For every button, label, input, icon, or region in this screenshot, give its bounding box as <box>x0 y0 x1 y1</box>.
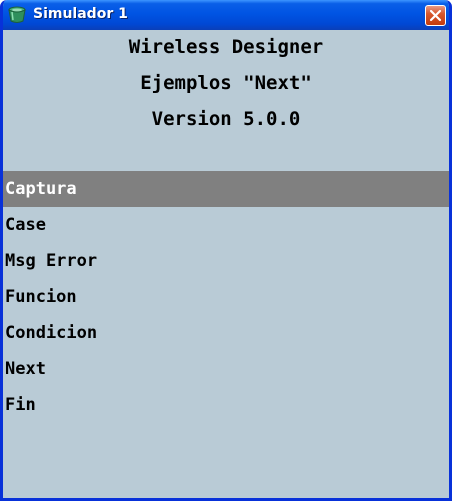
title-bar[interactable]: Simulador 1 <box>3 0 449 30</box>
menu-item-captura[interactable]: Captura <box>3 171 449 207</box>
examples-heading: Ejemplos "Next" <box>140 72 312 94</box>
menu-item-next[interactable]: Next <box>3 351 449 387</box>
menu-item-case[interactable]: Case <box>3 207 449 243</box>
menu-item-condicion[interactable]: Condicion <box>3 315 449 351</box>
simulator-app-icon <box>7 6 27 24</box>
close-button[interactable] <box>425 5 446 26</box>
menu-item-fin[interactable]: Fin <box>3 387 449 423</box>
menu-list: Captura Case Msg Error Funcion Condicion… <box>3 171 449 423</box>
simulator-screen: Wireless Designer Ejemplos "Next" Versio… <box>3 30 449 498</box>
app-name-heading: Wireless Designer <box>128 36 324 58</box>
version-heading: Version 5.0.0 <box>151 108 301 130</box>
simulator-window: Simulador 1 Wireless Designer Ejemplos "… <box>0 0 452 501</box>
close-icon <box>429 9 442 22</box>
menu-item-funcion[interactable]: Funcion <box>3 279 449 315</box>
window-title: Simulador 1 <box>33 6 128 22</box>
menu-item-msg-error[interactable]: Msg Error <box>3 243 449 279</box>
